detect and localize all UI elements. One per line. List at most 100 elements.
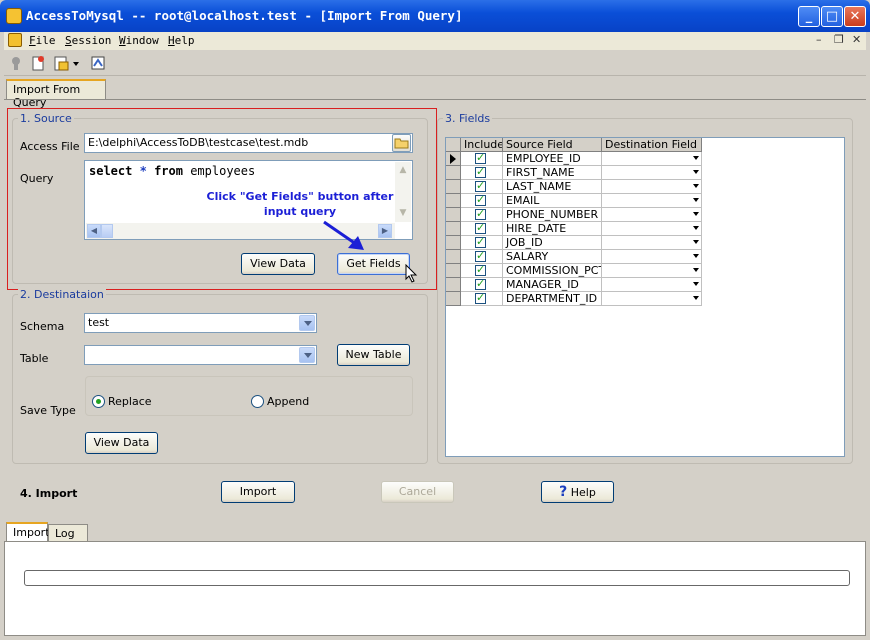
include-cell[interactable] — [461, 250, 503, 264]
dropdown-arrow-icon[interactable] — [693, 282, 699, 286]
tab-log[interactable]: Log — [48, 524, 88, 542]
menu-file[interactable]: File — [29, 34, 56, 47]
source-field-cell[interactable]: PHONE_NUMBER — [503, 208, 602, 222]
dropdown-arrow-icon[interactable] — [693, 254, 699, 258]
include-checkbox[interactable] — [475, 292, 486, 304]
fields-grid[interactable]: Include Source Field Destination Field E… — [445, 137, 845, 457]
source-field-cell[interactable]: LAST_NAME — [503, 180, 602, 194]
get-fields-button[interactable]: Get Fields — [337, 253, 410, 275]
include-cell[interactable] — [461, 194, 503, 208]
row-indicator[interactable] — [446, 236, 461, 250]
dropdown-arrow-icon[interactable] — [693, 212, 699, 216]
destination-field-cell[interactable] — [602, 278, 702, 292]
destination-field-cell[interactable] — [602, 236, 702, 250]
connect-icon[interactable] — [8, 55, 24, 71]
include-checkbox[interactable] — [475, 152, 486, 164]
include-cell[interactable] — [461, 208, 503, 222]
menu-help[interactable]: Help — [168, 34, 195, 47]
row-indicator[interactable] — [446, 166, 461, 180]
row-indicator[interactable] — [446, 278, 461, 292]
dropdown-arrow-icon[interactable] — [693, 170, 699, 174]
row-indicator[interactable] — [446, 180, 461, 194]
include-checkbox[interactable] — [475, 208, 486, 220]
mdi-minimize-icon[interactable]: – — [816, 33, 822, 46]
access-file-input[interactable]: E:\delphi\AccessToDB\testcase\test.mdb — [84, 133, 413, 153]
include-cell[interactable] — [461, 180, 503, 194]
row-indicator[interactable] — [446, 264, 461, 278]
replace-label[interactable]: Replace — [108, 395, 152, 408]
import-button[interactable]: Import — [221, 481, 295, 503]
mdi-restore-icon[interactable]: ❐ — [834, 33, 844, 46]
row-indicator[interactable] — [446, 208, 461, 222]
import-icon[interactable] — [53, 55, 69, 71]
new-session-icon[interactable] — [30, 55, 46, 71]
dropdown-arrow-icon[interactable] — [693, 240, 699, 244]
source-field-cell[interactable]: HIRE_DATE — [503, 222, 602, 236]
destination-field-cell[interactable] — [602, 166, 702, 180]
include-cell[interactable] — [461, 292, 503, 306]
view-data-source-button[interactable]: View Data — [241, 253, 315, 275]
close-button[interactable]: ✕ — [844, 6, 866, 27]
source-field-cell[interactable]: EMAIL — [503, 194, 602, 208]
scroll-up-icon[interactable]: ▲ — [397, 165, 409, 177]
dropdown-arrow-icon[interactable] — [693, 184, 699, 188]
mdi-close-icon[interactable]: ✕ — [852, 33, 861, 46]
help-button[interactable]: ? Help — [541, 481, 614, 503]
destination-field-cell[interactable] — [602, 208, 702, 222]
schema-select[interactable]: test — [84, 313, 317, 333]
include-checkbox[interactable] — [475, 278, 486, 290]
scroll-left-icon[interactable]: ◀ — [87, 224, 101, 238]
new-table-button[interactable]: New Table — [337, 344, 410, 366]
include-cell[interactable] — [461, 222, 503, 236]
minimize-button[interactable]: _ — [798, 6, 820, 27]
destination-field-cell[interactable] — [602, 264, 702, 278]
dropdown-arrow-icon[interactable] — [693, 226, 699, 230]
cancel-button[interactable]: Cancel — [381, 481, 454, 503]
scroll-thumb[interactable] — [101, 224, 113, 238]
source-field-cell[interactable]: DEPARTMENT_ID — [503, 292, 602, 306]
source-field-cell[interactable]: SALARY — [503, 250, 602, 264]
include-cell[interactable] — [461, 278, 503, 292]
row-indicator[interactable] — [446, 292, 461, 306]
row-indicator[interactable] — [446, 152, 461, 166]
chevron-down-icon[interactable] — [299, 315, 315, 331]
include-checkbox[interactable] — [475, 264, 486, 276]
source-field-cell[interactable]: FIRST_NAME — [503, 166, 602, 180]
append-radio[interactable] — [251, 395, 264, 408]
row-indicator[interactable] — [446, 194, 461, 208]
destination-field-cell[interactable] — [602, 222, 702, 236]
export-icon[interactable] — [90, 55, 106, 71]
destination-field-cell[interactable] — [602, 180, 702, 194]
source-field-cell[interactable]: JOB_ID — [503, 236, 602, 250]
dropdown-arrow-icon[interactable] — [693, 156, 699, 160]
table-select[interactable] — [84, 345, 317, 365]
tab-import[interactable]: Import — [6, 522, 50, 542]
include-checkbox[interactable] — [475, 250, 486, 262]
destination-field-cell[interactable] — [602, 152, 702, 166]
maximize-button[interactable]: □ — [821, 6, 843, 27]
include-checkbox[interactable] — [475, 222, 486, 234]
dropdown-arrow-icon[interactable] — [72, 58, 80, 74]
include-checkbox[interactable] — [475, 180, 486, 192]
browse-button[interactable] — [392, 134, 411, 152]
dropdown-arrow-icon[interactable] — [693, 296, 699, 300]
source-field-cell[interactable]: COMMISSION_PCT — [503, 264, 602, 278]
include-cell[interactable] — [461, 264, 503, 278]
scroll-right-icon[interactable]: ▶ — [378, 224, 392, 238]
document-icon[interactable] — [8, 33, 22, 47]
dropdown-arrow-icon[interactable] — [693, 268, 699, 272]
source-field-cell[interactable]: MANAGER_ID — [503, 278, 602, 292]
include-checkbox[interactable] — [475, 166, 486, 178]
include-checkbox[interactable] — [475, 194, 486, 206]
include-cell[interactable] — [461, 152, 503, 166]
menu-session[interactable]: Session — [65, 34, 111, 47]
include-cell[interactable] — [461, 166, 503, 180]
column-header-source-field[interactable]: Source Field — [503, 138, 602, 152]
replace-radio[interactable] — [92, 395, 105, 408]
append-label[interactable]: Append — [267, 395, 309, 408]
column-header-destination-field[interactable]: Destination Field — [602, 138, 702, 152]
column-header-include[interactable]: Include — [461, 138, 503, 152]
tab-import-from-query[interactable]: Import From Query — [6, 79, 106, 109]
row-indicator[interactable] — [446, 222, 461, 236]
destination-field-cell[interactable] — [602, 292, 702, 306]
